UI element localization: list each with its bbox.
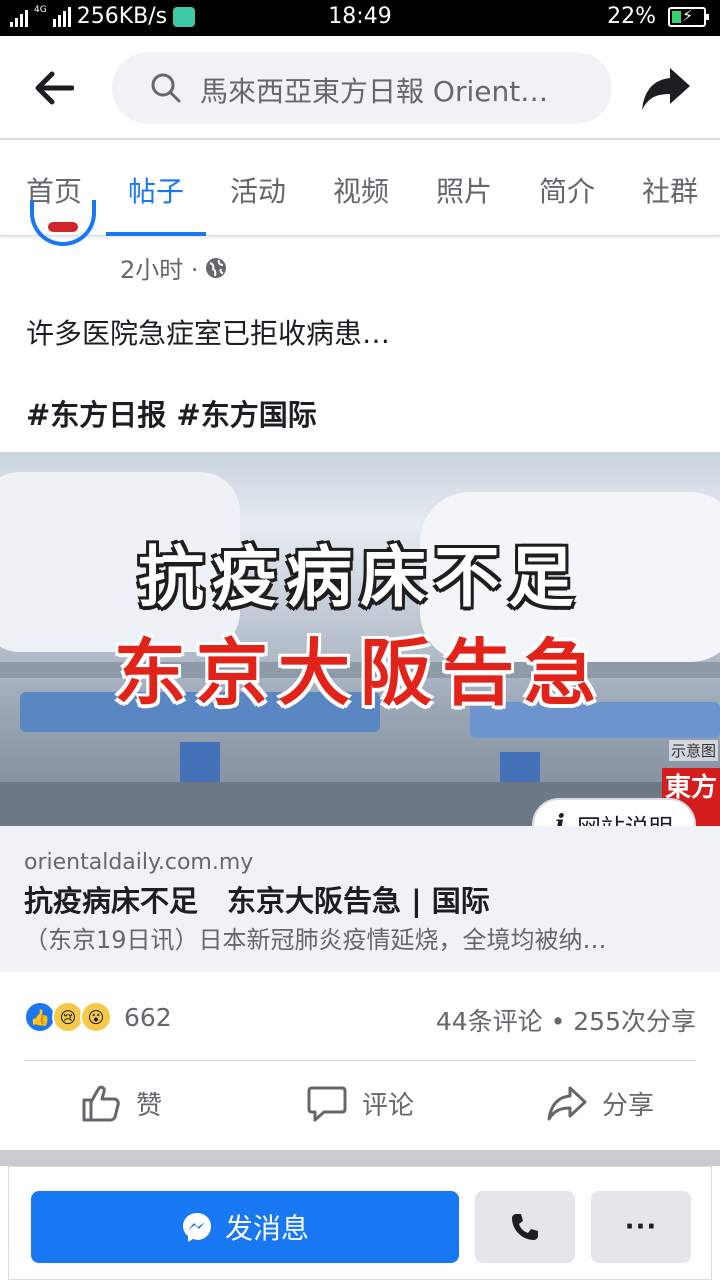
search-bar[interactable]: 馬來西亞東方日報 Orient…: [112, 52, 612, 124]
status-bar: 4G 256KB/s 18:49 22% ⚡: [0, 0, 720, 36]
messenger-icon: [182, 1213, 211, 1242]
search-text: 馬來西亞東方日報 Orient…: [200, 75, 549, 108]
share-button[interactable]: 分享: [546, 1082, 654, 1124]
tab-posts[interactable]: 帖子: [128, 170, 184, 210]
tab-videos[interactable]: 视频: [333, 170, 389, 210]
bottom-action-bar: 发消息 ···: [8, 1166, 712, 1280]
divider: [24, 1060, 696, 1061]
search-icon: [151, 73, 181, 103]
comment-label: 评论: [362, 1090, 415, 1121]
battery-icon: ⚡: [668, 6, 709, 27]
more-options-button[interactable]: ···: [591, 1191, 691, 1263]
send-message-label: 发消息: [224, 1212, 309, 1245]
tab-community[interactable]: 社群: [642, 170, 698, 210]
share-label: 分享: [602, 1090, 655, 1121]
tab-about[interactable]: 简介: [539, 170, 595, 210]
page-tabs: 首页 帖子 活动 视频 照片 简介 社群: [0, 140, 720, 236]
reactions-summary[interactable]: 👍 😢 😮 662: [24, 1000, 172, 1034]
link-preview[interactable]: orientaldaily.com.my 抗疫病床不足 东京大阪告急 | 国际 …: [0, 826, 720, 972]
wow-reaction-icon: 😮: [80, 1001, 112, 1033]
call-button[interactable]: [475, 1191, 575, 1263]
phone-icon: [512, 1214, 538, 1240]
share-arrow-icon: [547, 1086, 587, 1121]
globe-icon: [205, 257, 226, 278]
post-text: 许多医院急症室已拒收病患…: [26, 317, 391, 350]
send-message-button[interactable]: 发消息: [31, 1191, 459, 1263]
link-domain: orientaldaily.com.my: [24, 850, 254, 875]
post-hashtags[interactable]: #东方日报 #东方国际: [26, 392, 317, 434]
link-title: 抗疫病床不足 东京大阪告急 | 国际: [24, 884, 490, 918]
comments-shares-count[interactable]: 44条评论 • 255次分享: [436, 1002, 696, 1038]
post-actions: 赞 评论 分享: [0, 1062, 720, 1148]
comment-icon: [307, 1086, 347, 1122]
share-icon[interactable]: [640, 66, 692, 112]
comment-button[interactable]: 评论: [306, 1082, 414, 1124]
top-header: 馬來西亞東方日報 Orient…: [0, 36, 720, 140]
like-label: 赞: [136, 1090, 163, 1121]
image-note: 示意图: [668, 740, 718, 761]
status-right: 22% ⚡: [607, 4, 709, 29]
post-time: 2小时 ·: [120, 256, 199, 284]
link-description: （东京19日讯）日本新冠肺炎疫情延烧，全境均被纳…: [24, 926, 607, 954]
section-separator: [0, 1150, 720, 1166]
tab-photos[interactable]: 照片: [436, 170, 492, 210]
reactions-count: 662: [124, 1002, 172, 1032]
back-arrow-icon[interactable]: [34, 70, 74, 106]
post-meta: 2小时 ·: [120, 250, 227, 285]
post-image[interactable]: 抗疫病床不足 东京大阪告急 示意图 東方: [0, 452, 720, 826]
page-avatar[interactable]: [30, 200, 96, 246]
battery-percent: 22%: [607, 4, 656, 29]
thumbs-up-icon: [82, 1085, 120, 1122]
active-tab-indicator: [106, 232, 206, 236]
like-button[interactable]: 赞: [80, 1082, 162, 1124]
image-headline-1: 抗疫病床不足: [138, 539, 582, 616]
image-headline-2: 东京大阪告急: [113, 631, 606, 715]
tab-events[interactable]: 活动: [230, 170, 286, 210]
